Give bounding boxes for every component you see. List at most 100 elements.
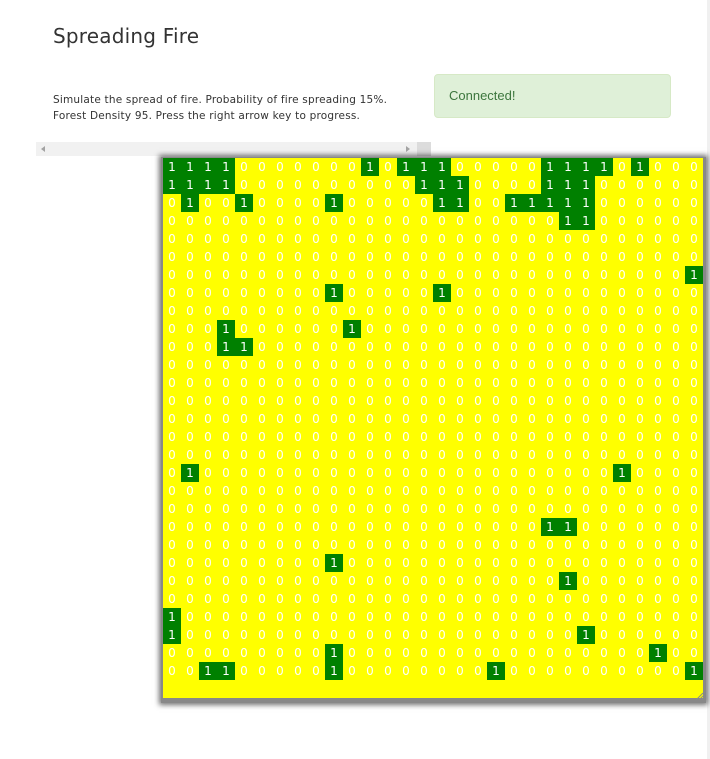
empty-cell: 0 <box>613 662 631 680</box>
empty-cell: 0 <box>271 212 289 230</box>
empty-cell: 0 <box>181 230 199 248</box>
empty-cell: 0 <box>487 482 505 500</box>
empty-cell: 0 <box>163 266 181 284</box>
empty-cell: 0 <box>487 320 505 338</box>
forest-grid-panel[interactable]: 1111000000010111000001111010001111000000… <box>161 157 706 703</box>
empty-cell: 0 <box>541 482 559 500</box>
empty-cell: 0 <box>505 320 523 338</box>
empty-cell: 0 <box>289 518 307 536</box>
tree-cell: 1 <box>217 320 235 338</box>
empty-cell: 0 <box>253 302 271 320</box>
empty-cell: 0 <box>559 554 577 572</box>
tree-cell: 1 <box>343 320 361 338</box>
empty-cell: 0 <box>415 608 433 626</box>
empty-cell: 0 <box>271 158 289 176</box>
empty-cell: 0 <box>361 662 379 680</box>
empty-cell: 0 <box>271 554 289 572</box>
horizontal-scrollbar[interactable] <box>36 142 417 156</box>
empty-cell: 0 <box>307 248 325 266</box>
empty-cell: 0 <box>199 374 217 392</box>
empty-cell: 0 <box>217 428 235 446</box>
empty-cell: 0 <box>271 302 289 320</box>
empty-cell: 0 <box>433 428 451 446</box>
empty-cell: 0 <box>487 176 505 194</box>
empty-cell: 0 <box>559 248 577 266</box>
empty-cell: 0 <box>649 500 667 518</box>
empty-cell: 0 <box>613 428 631 446</box>
forest-grid[interactable]: 1111000000010111000001111010001111000000… <box>163 158 703 698</box>
empty-cell: 0 <box>631 176 649 194</box>
empty-cell: 0 <box>469 194 487 212</box>
empty-cell: 0 <box>361 176 379 194</box>
empty-cell: 0 <box>487 212 505 230</box>
empty-cell: 0 <box>379 266 397 284</box>
empty-cell: 0 <box>649 536 667 554</box>
empty-cell: 0 <box>685 446 703 464</box>
empty-cell: 0 <box>307 158 325 176</box>
empty-cell: 0 <box>325 482 343 500</box>
empty-cell: 0 <box>163 374 181 392</box>
empty-cell: 0 <box>559 446 577 464</box>
empty-cell: 0 <box>379 590 397 608</box>
scroll-right-arrow-icon[interactable] <box>406 146 410 152</box>
empty-cell: 0 <box>289 572 307 590</box>
empty-cell: 0 <box>343 536 361 554</box>
empty-cell: 0 <box>289 230 307 248</box>
empty-cell: 0 <box>379 500 397 518</box>
empty-cell: 0 <box>253 626 271 644</box>
tree-cell: 1 <box>415 176 433 194</box>
description-textarea[interactable]: Simulate the spread of fire. Probability… <box>36 74 431 156</box>
empty-cell: 0 <box>235 662 253 680</box>
empty-cell: 0 <box>469 176 487 194</box>
empty-cell: 0 <box>397 572 415 590</box>
empty-cell: 0 <box>361 554 379 572</box>
empty-cell: 0 <box>595 302 613 320</box>
empty-cell: 0 <box>397 518 415 536</box>
empty-cell: 0 <box>181 284 199 302</box>
empty-cell: 0 <box>361 266 379 284</box>
empty-cell: 0 <box>685 194 703 212</box>
empty-cell: 0 <box>289 284 307 302</box>
empty-cell: 0 <box>253 428 271 446</box>
empty-cell: 0 <box>217 266 235 284</box>
resize-handle-icon[interactable] <box>695 692 704 701</box>
empty-cell: 0 <box>163 572 181 590</box>
empty-cell: 0 <box>361 608 379 626</box>
empty-cell: 0 <box>631 266 649 284</box>
empty-cell: 0 <box>559 428 577 446</box>
empty-cell: 0 <box>361 518 379 536</box>
empty-cell: 0 <box>505 626 523 644</box>
empty-cell: 0 <box>505 572 523 590</box>
empty-cell: 0 <box>505 446 523 464</box>
empty-cell: 0 <box>577 230 595 248</box>
scroll-left-arrow-icon[interactable] <box>41 146 45 152</box>
empty-cell: 0 <box>577 392 595 410</box>
empty-cell: 0 <box>361 338 379 356</box>
empty-cell: 0 <box>667 482 685 500</box>
empty-cell: 0 <box>451 212 469 230</box>
empty-cell: 0 <box>469 248 487 266</box>
empty-cell: 0 <box>289 176 307 194</box>
empty-cell: 0 <box>379 176 397 194</box>
empty-cell: 0 <box>487 338 505 356</box>
empty-cell: 0 <box>235 230 253 248</box>
empty-cell: 0 <box>325 248 343 266</box>
empty-cell: 0 <box>451 428 469 446</box>
description-line-1: Simulate the spread of fire. Probability… <box>53 94 388 106</box>
empty-cell: 0 <box>433 500 451 518</box>
empty-cell: 0 <box>451 158 469 176</box>
empty-cell: 0 <box>541 392 559 410</box>
empty-cell: 0 <box>613 338 631 356</box>
empty-cell: 0 <box>343 302 361 320</box>
empty-cell: 0 <box>217 284 235 302</box>
empty-cell: 0 <box>163 500 181 518</box>
empty-cell: 0 <box>433 338 451 356</box>
empty-cell: 0 <box>253 608 271 626</box>
empty-cell: 0 <box>523 176 541 194</box>
empty-cell: 0 <box>379 428 397 446</box>
empty-cell: 0 <box>613 248 631 266</box>
empty-cell: 0 <box>343 410 361 428</box>
empty-cell: 0 <box>433 662 451 680</box>
empty-cell: 0 <box>487 464 505 482</box>
empty-cell: 0 <box>649 176 667 194</box>
